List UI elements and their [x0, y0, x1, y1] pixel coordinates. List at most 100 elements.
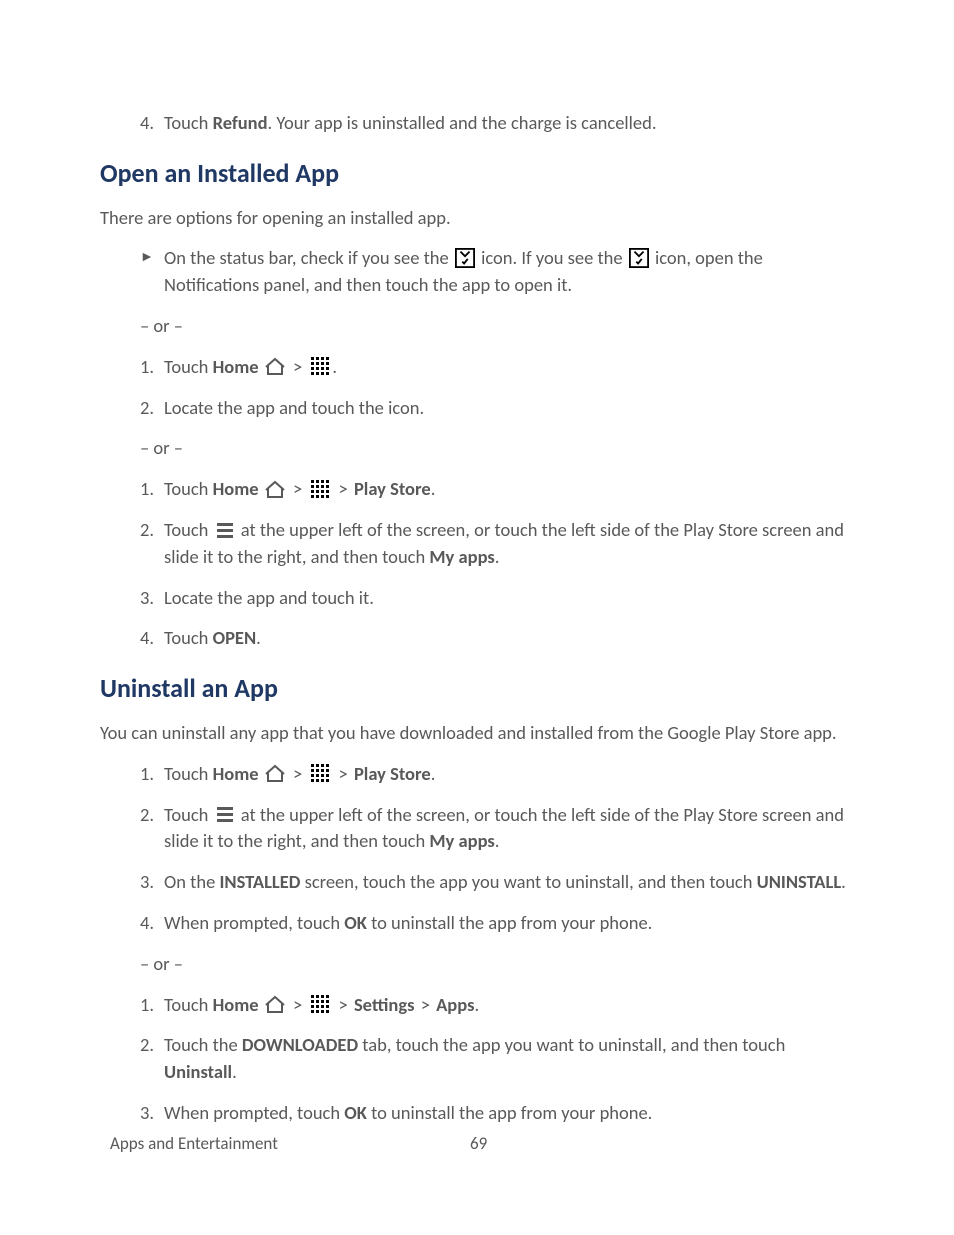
list-number: 1. — [140, 476, 154, 503]
text: Touch — [164, 803, 213, 826]
list-item: 2. Touch the DOWNLOADED tab, touch the a… — [140, 1032, 854, 1086]
bold-text: UNINSTALL — [757, 870, 842, 893]
list-number: 1. — [140, 992, 154, 1019]
list-item: 1. Touch Home > > Settings > Apps. — [140, 992, 854, 1019]
separator: > — [293, 993, 302, 1016]
list-item: 2. Touch at the upper left of the screen… — [140, 517, 854, 571]
or-separator: – or – — [140, 435, 854, 462]
text: Touch — [164, 626, 213, 649]
text: . — [332, 355, 337, 378]
heading-open-app: Open an Installed App — [100, 155, 854, 193]
bold-text: My apps — [429, 545, 494, 568]
bold-text: Home — [213, 355, 259, 378]
list-number: 3. — [140, 585, 154, 612]
heading-uninstall-app: Uninstall an App — [100, 670, 854, 708]
list-item: 3. Locate the app and touch it. — [140, 585, 854, 612]
bold-text: Refund — [213, 111, 268, 134]
bold-text: OK — [344, 1101, 367, 1124]
bold-text: OPEN — [213, 626, 257, 649]
footer-section: Apps and Entertainment — [110, 1132, 278, 1157]
text: . — [841, 870, 846, 893]
text: Touch — [164, 355, 213, 378]
bold-text: Settings — [354, 993, 415, 1016]
page-footer: Apps and Entertainment 69 — [110, 1132, 850, 1157]
separator: > — [339, 477, 348, 500]
separator: > — [293, 762, 302, 785]
text: . — [495, 545, 500, 568]
text: Locate the app and touch the icon. — [164, 396, 424, 419]
bullet-item: On the status bar, check if you see the … — [140, 245, 854, 299]
download-check-icon — [628, 248, 650, 268]
home-icon — [264, 356, 286, 376]
text: . — [474, 993, 479, 1016]
text: Locate the app and touch it. — [164, 586, 374, 609]
text: icon. If you see the — [477, 246, 627, 269]
text: at the upper left of the screen, or touc… — [164, 518, 844, 568]
bold-text: My apps — [429, 829, 494, 852]
text: On the status bar, check if you see the — [164, 246, 453, 269]
or-separator: – or – — [140, 313, 854, 340]
apps-grid-icon — [309, 994, 331, 1014]
home-icon — [264, 479, 286, 499]
text: tab, touch the app you want to uninstall… — [358, 1033, 785, 1056]
text: Touch — [164, 993, 213, 1016]
home-icon — [264, 994, 286, 1014]
bold-text: Apps — [436, 993, 474, 1016]
text: Touch the — [164, 1033, 242, 1056]
list-number: 2. — [140, 802, 154, 829]
list-item: 4. When prompted, touch OK to uninstall … — [140, 910, 854, 937]
list-number: 2. — [140, 517, 154, 544]
bold-text: Uninstall — [164, 1060, 232, 1083]
bold-text: Play Store — [354, 762, 431, 785]
list-item: 2. Touch at the upper left of the screen… — [140, 802, 854, 856]
bold-text: DOWNLOADED — [242, 1033, 358, 1056]
text: . — [495, 829, 500, 852]
text: screen, touch the app you want to uninst… — [300, 870, 756, 893]
text: to uninstall the app from your phone. — [367, 911, 652, 934]
or-separator: – or – — [140, 951, 854, 978]
footer-page-number: 69 — [470, 1132, 487, 1157]
list-item: 1. Touch Home > > Play Store. — [140, 761, 854, 788]
list-item: 1. Touch Home > . — [140, 354, 854, 381]
list-item: 4. Touch OPEN. — [140, 625, 854, 652]
text: Touch — [164, 518, 213, 541]
separator: > — [421, 993, 430, 1016]
text: to uninstall the app from your phone. — [367, 1101, 652, 1124]
list-number: 2. — [140, 1032, 154, 1059]
list-number: 2. — [140, 395, 154, 422]
apps-grid-icon — [309, 356, 331, 376]
list-item: 2. Locate the app and touch the icon. — [140, 395, 854, 422]
text: . Your app is uninstalled and the charge… — [268, 111, 657, 134]
separator: > — [293, 355, 302, 378]
menu-icon — [214, 520, 236, 540]
list-item: 3. When prompted, touch OK to uninstall … — [140, 1100, 854, 1127]
bold-text: Home — [213, 477, 259, 500]
list-number: 4. — [140, 625, 154, 652]
text: When prompted, touch — [164, 911, 344, 934]
separator: > — [339, 762, 348, 785]
text: . — [431, 477, 436, 500]
text: . — [431, 762, 436, 785]
list-number: 1. — [140, 761, 154, 788]
bold-text: INSTALLED — [219, 870, 300, 893]
list-number: 1. — [140, 354, 154, 381]
list-number: 3. — [140, 869, 154, 896]
list-item: 3. On the INSTALLED screen, touch the ap… — [140, 869, 854, 896]
separator: > — [293, 477, 302, 500]
list-number: 4. — [140, 110, 154, 137]
menu-icon — [214, 804, 236, 824]
paragraph: You can uninstall any app that you have … — [100, 720, 854, 747]
download-check-icon — [454, 248, 476, 268]
list-number: 4. — [140, 910, 154, 937]
list-item: 4. Touch Refund. Your app is uninstalled… — [140, 110, 854, 137]
apps-grid-icon — [309, 479, 331, 499]
home-icon — [264, 763, 286, 783]
text: . — [256, 626, 261, 649]
text: Touch — [164, 111, 213, 134]
list-item: 1. Touch Home > > Play Store. — [140, 476, 854, 503]
text: Touch — [164, 477, 213, 500]
list-number: 3. — [140, 1100, 154, 1127]
bold-text: Home — [213, 762, 259, 785]
apps-grid-icon — [309, 763, 331, 783]
paragraph: There are options for opening an install… — [100, 205, 854, 232]
